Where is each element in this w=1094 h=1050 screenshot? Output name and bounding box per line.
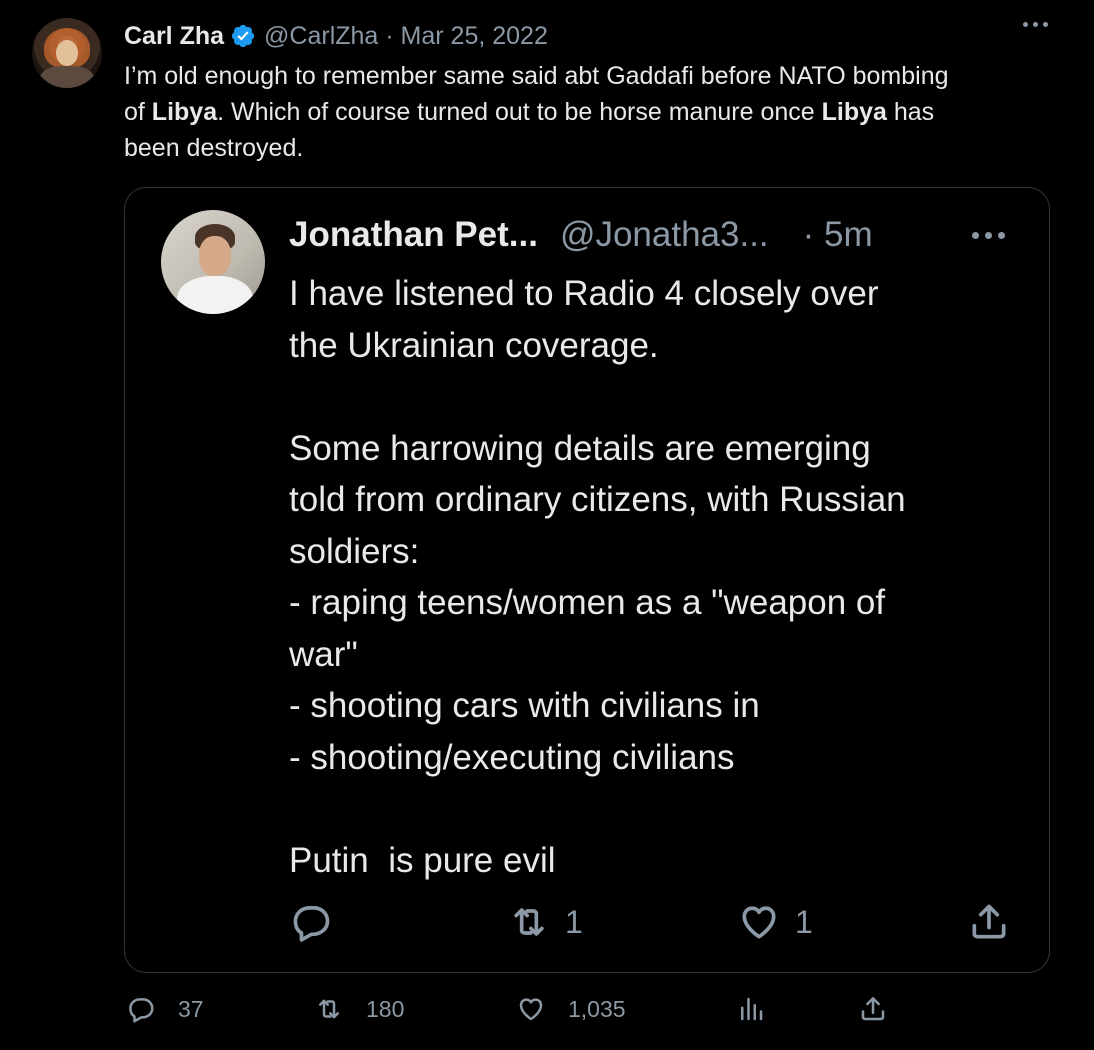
like-icon	[519, 998, 543, 1021]
share-icon	[972, 904, 1006, 939]
more-icon[interactable]	[1023, 22, 1048, 27]
quoted-share-button[interactable]	[967, 900, 1011, 944]
reply-icon	[293, 906, 330, 942]
more-dot	[972, 232, 979, 239]
text-fragment: has	[886, 98, 935, 126]
tweet-actions: 37 180 1,035	[0, 994, 1094, 1038]
more-dot	[1033, 22, 1038, 27]
retweet-button[interactable]: 180	[314, 994, 404, 1024]
reply-icon	[129, 998, 154, 1023]
quoted-more-icon[interactable]	[972, 232, 1005, 239]
retweet-count: 180	[366, 995, 405, 1022]
like-button[interactable]: 1,035	[516, 994, 626, 1024]
quoted-tweet-text: I have listened to Radio 4 closely over …	[289, 274, 906, 880]
hashtag-libya[interactable]: Libya	[152, 98, 217, 126]
author-avatar[interactable]	[32, 18, 102, 88]
retweet-icon	[319, 999, 339, 1019]
quoted-tweet-header: Jonathan Pet... @Jonatha3... · 5m	[289, 210, 873, 260]
quoted-retweet-count: 1	[565, 903, 583, 940]
author-name[interactable]: Carl Zha	[124, 22, 224, 51]
tweet-text-line: I’m old enough to remember same said abt…	[124, 62, 949, 90]
retweet-icon	[514, 908, 544, 936]
avatar-shirt	[177, 276, 253, 314]
tweet-text-line: been destroyed.	[124, 134, 304, 162]
tweet-text-line: of Libya. Which of course turned out to …	[124, 94, 1054, 130]
quoted-tweet-time[interactable]: · 5m	[803, 215, 873, 255]
tweet-header: Carl Zha @CarlZha · Mar 25, 2022	[124, 18, 548, 54]
more-dot	[1043, 22, 1048, 27]
more-dot	[998, 232, 1005, 239]
analytics-icon	[741, 997, 763, 1021]
analytics-button[interactable]	[736, 994, 766, 1024]
more-dot	[985, 232, 992, 239]
verified-badge-icon	[231, 24, 255, 48]
quoted-author-avatar[interactable]	[161, 210, 265, 314]
quoted-tweet-actions: 1 1	[125, 900, 1049, 950]
quoted-author-name[interactable]: Jonathan Pet...	[289, 215, 538, 255]
share-icon	[861, 997, 885, 1021]
reply-count: 37	[178, 995, 204, 1022]
avatar-face	[56, 40, 78, 66]
like-icon	[742, 906, 776, 939]
quoted-like-button[interactable]: 1	[737, 900, 813, 944]
tweet-text: I’m old enough to remember same said abt…	[124, 58, 1054, 166]
quoted-author-handle[interactable]: @Jonatha3...	[560, 215, 769, 255]
like-count: 1,035	[568, 995, 626, 1022]
avatar-body	[40, 66, 94, 88]
share-button[interactable]	[858, 994, 888, 1024]
quoted-reply-button[interactable]	[289, 900, 333, 944]
text-fragment: of	[124, 98, 152, 126]
reply-button[interactable]: 37	[126, 994, 204, 1024]
author-handle-time[interactable]: @CarlZha · Mar 25, 2022	[264, 22, 548, 51]
quoted-tweet-card[interactable]: Jonathan Pet... @Jonatha3... · 5m I have…	[124, 187, 1050, 973]
quoted-retweet-button[interactable]: 1	[507, 900, 583, 944]
hashtag-libya[interactable]: Libya	[822, 98, 887, 126]
avatar-face	[199, 236, 231, 276]
text-fragment: . Which of course turned out to be horse…	[217, 98, 822, 126]
quoted-like-count: 1	[795, 903, 813, 940]
more-dot	[1023, 22, 1028, 27]
